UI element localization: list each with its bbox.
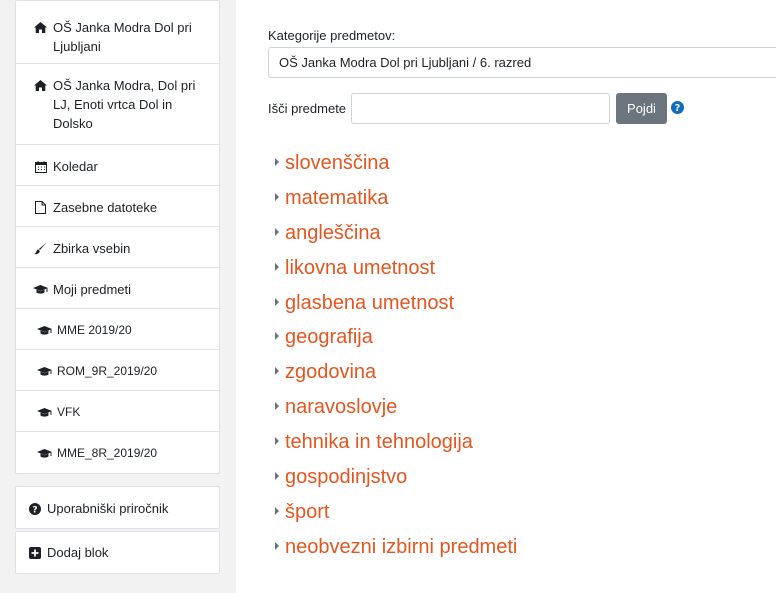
help-icon[interactable]: ? <box>671 101 684 119</box>
search-button[interactable]: Pojdi <box>616 93 667 124</box>
user-guide-link[interactable]: ? Uporabniški priročnik <box>16 487 219 528</box>
subject-item: zgodovina <box>273 359 517 394</box>
sidebar-item-course-mme-8r[interactable]: MME_8R_2019/20 <box>16 432 219 473</box>
subject-link[interactable]: geografija <box>285 324 373 350</box>
subject-link[interactable]: matematika <box>285 185 388 211</box>
sidebar-item-label: Moji predmeti <box>53 282 132 297</box>
subject-link[interactable]: zgodovina <box>285 359 376 385</box>
graduation-cap-icon <box>37 321 52 340</box>
caret-right-icon[interactable] <box>273 471 281 481</box>
subject-link[interactable]: gospodinjstvo <box>285 464 407 490</box>
caret-right-icon[interactable] <box>273 192 281 202</box>
search-input[interactable] <box>351 93 610 124</box>
brush-icon <box>33 239 48 258</box>
subject-item: matematika <box>273 185 517 220</box>
home-icon <box>33 18 48 37</box>
subject-item: geografija <box>273 324 517 359</box>
subject-link[interactable]: glasbena umetnost <box>285 290 454 316</box>
file-icon <box>33 198 48 217</box>
subject-item: naravoslovje <box>273 394 517 429</box>
caret-right-icon[interactable] <box>273 541 281 551</box>
caret-right-icon[interactable] <box>273 506 281 516</box>
subject-link[interactable]: slovenščina <box>285 150 390 176</box>
caret-right-icon[interactable] <box>273 436 281 446</box>
nav-group-add-block: Dodaj blok <box>15 531 220 574</box>
subject-item: likovna umetnost <box>273 255 517 290</box>
subject-item: glasbena umetnost <box>273 290 517 325</box>
sidebar-item-private-files[interactable]: Zasebne datoteke <box>16 186 219 227</box>
sidebar-item-label: MME 2019/20 <box>57 323 132 337</box>
subject-item: šport <box>273 499 517 534</box>
subject-link[interactable]: angleščina <box>285 220 381 246</box>
sidebar-item-content-bank[interactable]: Zbirka vsebin <box>16 227 219 268</box>
sidebar-item-calendar[interactable]: Koledar <box>16 145 219 186</box>
drawer-separator <box>236 0 250 593</box>
add-block-button[interactable]: Dodaj blok <box>16 532 219 573</box>
sidebar-item-label: OŠ Janka Modra, Dol pri LJ, Enoti vrtca … <box>53 78 196 131</box>
graduation-cap-icon <box>37 362 52 381</box>
caret-right-icon[interactable] <box>273 262 281 272</box>
subject-item: neobvezni izbirni predmeti <box>273 534 517 569</box>
caret-right-icon[interactable] <box>273 366 281 376</box>
main-content: Kategorije predmetov: OŠ Janka Modra Dol… <box>250 0 776 593</box>
sidebar-item-course-mme-2019[interactable]: MME 2019/20 <box>16 309 219 350</box>
sidebar-item-label: MME_8R_2019/20 <box>57 446 158 460</box>
subject-link[interactable]: tehnika in tehnologija <box>285 429 473 455</box>
nav-drawer: OŠ Janka Modra Dol pri Ljubljani OŠ Jank… <box>0 0 236 593</box>
sidebar-item-label: VFK <box>57 405 81 419</box>
sidebar-item-label: Koledar <box>53 159 98 174</box>
caret-right-icon[interactable] <box>273 157 281 167</box>
category-select[interactable]: OŠ Janka Modra Dol pri Ljubljani / 6. ra… <box>268 47 776 78</box>
svg-text:?: ? <box>675 103 681 114</box>
sidebar-item-label: Zbirka vsebin <box>53 241 131 256</box>
subject-link[interactable]: naravoslovje <box>285 394 397 420</box>
subject-link[interactable]: likovna umetnost <box>285 255 435 281</box>
user-guide-label: Uporabniški priročnik <box>47 501 169 516</box>
sidebar-item-kindergarten[interactable]: OŠ Janka Modra, Dol pri LJ, Enoti vrtca … <box>16 64 219 145</box>
nav-group-guide: ? Uporabniški priročnik <box>15 486 220 529</box>
caret-right-icon[interactable] <box>273 227 281 237</box>
sidebar-item-label: Zasebne datoteke <box>53 200 158 215</box>
sidebar-item-label: OŠ Janka Modra Dol pri Ljubljani <box>53 20 192 54</box>
subject-item: slovenščina <box>273 150 517 185</box>
sidebar-item-site-home[interactable]: OŠ Janka Modra Dol pri Ljubljani <box>16 1 219 64</box>
graduation-cap-icon <box>37 444 52 463</box>
graduation-cap-icon <box>33 280 48 299</box>
svg-text:?: ? <box>32 505 37 515</box>
subject-list: slovenščina matematika angleščina likovn… <box>273 150 517 569</box>
nav-group-main: OŠ Janka Modra Dol pri Ljubljani OŠ Jank… <box>15 0 220 474</box>
calendar-icon <box>33 157 48 176</box>
subject-link[interactable]: neobvezni izbirni predmeti <box>285 534 517 560</box>
subject-item: gospodinjstvo <box>273 464 517 499</box>
subject-item: tehnika in tehnologija <box>273 429 517 464</box>
search-label: Išči predmete <box>268 101 347 116</box>
sidebar-item-course-vfk[interactable]: VFK <box>16 391 219 432</box>
home-icon <box>33 76 48 95</box>
plus-square-icon <box>27 543 42 562</box>
sidebar-item-course-rom-9r[interactable]: ROM_9R_2019/20 <box>16 350 219 391</box>
caret-right-icon[interactable] <box>273 401 281 411</box>
question-circle-icon: ? <box>27 499 42 518</box>
sidebar-item-label: ROM_9R_2019/20 <box>57 364 158 378</box>
subject-link[interactable]: šport <box>285 499 329 525</box>
category-label: Kategorije predmetov: <box>268 28 396 43</box>
sidebar-item-my-courses[interactable]: Moji predmeti <box>16 268 219 309</box>
caret-right-icon[interactable] <box>273 297 281 307</box>
caret-right-icon[interactable] <box>273 331 281 341</box>
subject-item: angleščina <box>273 220 517 255</box>
add-block-label: Dodaj blok <box>47 545 109 560</box>
graduation-cap-icon <box>37 403 52 422</box>
